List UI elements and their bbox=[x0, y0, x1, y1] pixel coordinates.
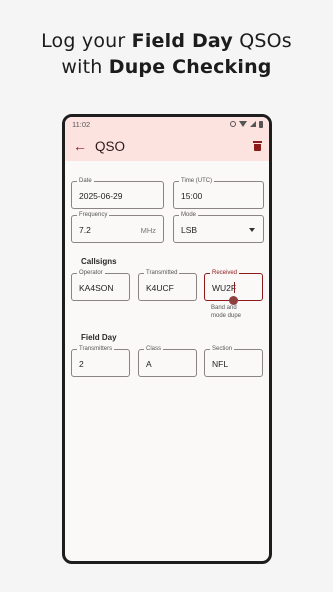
phone-frame: 11:02 ← QSO Date 2025-06-29 Time (UTC) 1… bbox=[62, 114, 272, 564]
transmitted-value: K4UCF bbox=[146, 283, 174, 293]
dupe-warning: Band and mode dupe bbox=[211, 305, 242, 319]
headline-line-2: with Dupe Checking bbox=[61, 56, 272, 78]
date-field[interactable]: Date 2025-06-29 bbox=[71, 177, 164, 209]
dropdown-arrow-icon[interactable] bbox=[249, 228, 255, 232]
class-value: A bbox=[146, 359, 152, 369]
section-value: NFL bbox=[212, 359, 229, 369]
transmitters-value: 2 bbox=[79, 359, 84, 369]
frequency-field[interactable]: Frequency 7.2 MHz bbox=[71, 211, 164, 243]
status-bar: 11:02 bbox=[65, 117, 269, 131]
time-value: 15:00 bbox=[181, 191, 203, 201]
mode-select[interactable]: Mode LSB bbox=[173, 211, 264, 243]
headline-line-1: Log your Field Day QSOs bbox=[41, 30, 292, 52]
frequency-unit: MHz bbox=[140, 226, 156, 235]
promo-headline: Log your Field Day QSOs with Dupe Checki… bbox=[0, 28, 333, 80]
status-icons bbox=[230, 120, 263, 128]
text-cursor bbox=[234, 282, 235, 293]
transmitters-field[interactable]: Transmitters 2 bbox=[71, 345, 130, 377]
operator-value: KA4SON bbox=[79, 283, 114, 293]
battery-icon bbox=[259, 120, 263, 128]
operator-field[interactable]: Operator KA4SON bbox=[71, 269, 130, 301]
date-value: 2025-06-29 bbox=[79, 191, 123, 201]
page-title: QSO bbox=[95, 138, 126, 154]
callsigns-heading: Callsigns bbox=[81, 257, 117, 266]
signal-icon bbox=[250, 121, 256, 127]
wifi-icon bbox=[239, 121, 247, 127]
do-not-disturb-icon bbox=[230, 121, 236, 127]
received-value: WU2F bbox=[212, 283, 237, 293]
section-field[interactable]: Section NFL bbox=[204, 345, 263, 377]
trash-icon[interactable] bbox=[253, 140, 262, 151]
mode-value: LSB bbox=[181, 225, 198, 235]
class-field[interactable]: Class A bbox=[138, 345, 197, 377]
frequency-value: 7.2 bbox=[79, 225, 91, 235]
transmitted-field[interactable]: Transmitted K4UCF bbox=[138, 269, 197, 301]
arrow-back-icon[interactable]: ← bbox=[73, 138, 89, 154]
time-field[interactable]: Time (UTC) 15:00 bbox=[173, 177, 264, 209]
field-day-heading: Field Day bbox=[81, 333, 117, 342]
status-time: 11:02 bbox=[72, 119, 91, 129]
app-bar: ← QSO bbox=[65, 131, 269, 161]
selection-handle[interactable] bbox=[229, 296, 238, 305]
